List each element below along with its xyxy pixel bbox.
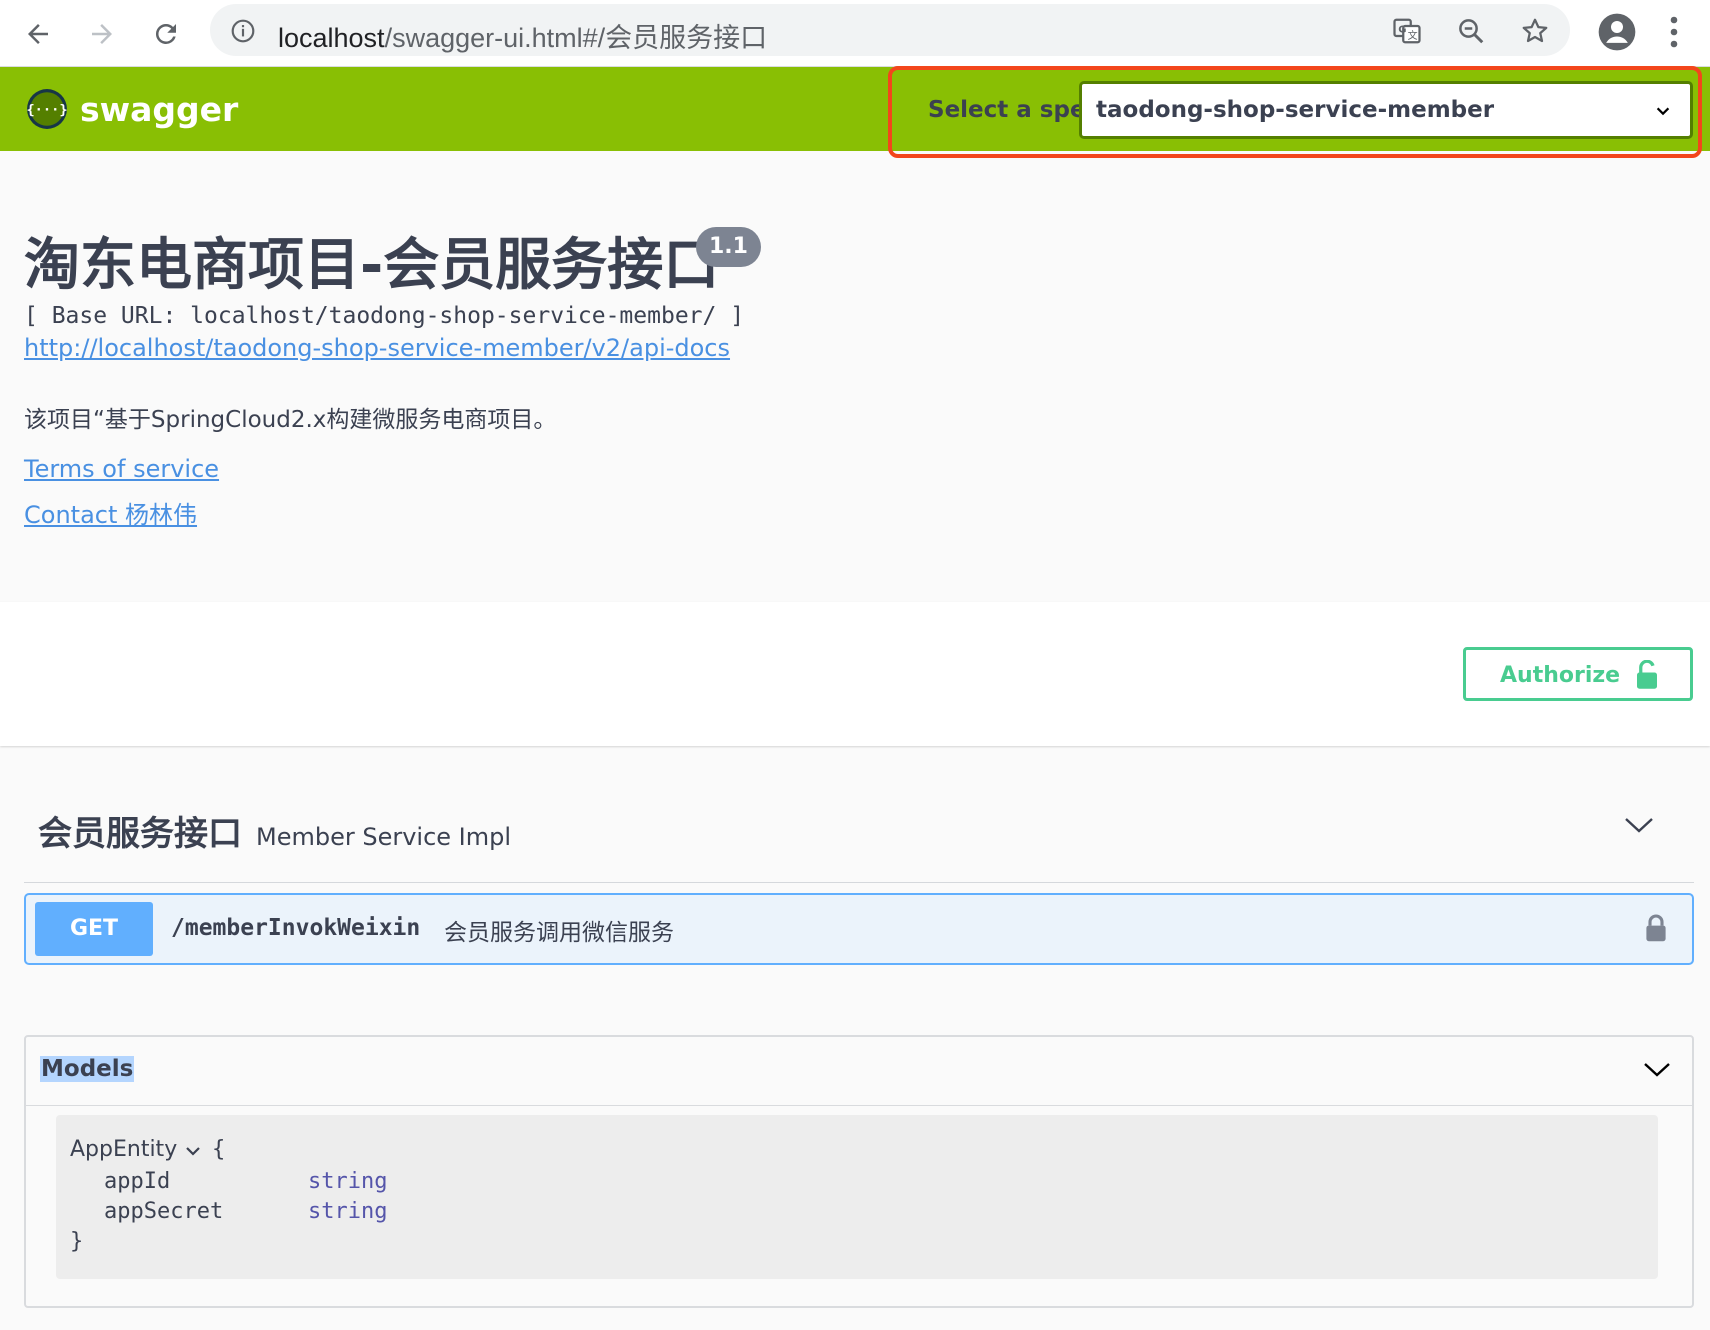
model-close-brace: }	[70, 1229, 84, 1254]
tag-header[interactable]: 会员服务接口 Member Service Impl	[38, 806, 511, 855]
authorize-label: Authorize	[1500, 663, 1621, 688]
translate-icon[interactable]: G 文	[1392, 16, 1422, 46]
swagger-logo-text: swagger	[80, 89, 239, 129]
scheme-container	[0, 602, 1710, 746]
info-icon[interactable]	[230, 18, 256, 44]
star-icon[interactable]	[1520, 16, 1550, 46]
method-badge: GET	[35, 902, 153, 956]
svg-text:G: G	[1398, 24, 1406, 35]
terms-of-service-link[interactable]: Terms of service	[24, 455, 219, 483]
authorize-button[interactable]: Authorize	[1463, 647, 1693, 701]
back-button[interactable]	[18, 14, 58, 54]
forward-button[interactable]	[82, 14, 122, 54]
profile-icon[interactable]	[1597, 12, 1637, 52]
menu-kebab-icon[interactable]	[1668, 14, 1680, 50]
url-text: localhost/swagger-ui.html#/会员服务接口	[278, 23, 768, 53]
arrow-right-icon	[92, 24, 112, 44]
swagger-logo-icon: {···}	[26, 89, 68, 129]
spec-select-value: taodong-shop-service-member	[1096, 97, 1495, 123]
model-property-name: appId	[104, 1169, 171, 1194]
chevron-down-icon[interactable]	[1642, 1057, 1672, 1081]
base-url: [ Base URL: localhost/taodong-shop-servi…	[24, 303, 745, 329]
models-title: Models	[40, 1056, 135, 1082]
model-property-name: appSecret	[104, 1199, 224, 1224]
model-name[interactable]: AppEntity	[70, 1137, 177, 1162]
reload-button[interactable]	[146, 14, 186, 54]
arrow-left-icon	[28, 24, 48, 44]
operation-summary: 会员服务调用微信服务	[444, 920, 674, 946]
models-header[interactable]: Models	[26, 1037, 1692, 1106]
model-property-type: string	[308, 1169, 388, 1194]
model-app-entity: AppEntity { appId string appSecret strin…	[56, 1115, 1658, 1279]
address-bar[interactable]: localhost/swagger-ui.html#/会员服务接口 G 文	[210, 4, 1570, 56]
chevron-down-icon[interactable]	[184, 1143, 202, 1159]
contact-link[interactable]: Contact 杨林伟	[24, 495, 197, 530]
swagger-logo[interactable]: {···} swagger	[26, 88, 238, 130]
reload-icon	[155, 23, 176, 44]
tag-description: Member Service Impl	[256, 823, 512, 851]
chevron-down-icon	[1656, 107, 1670, 116]
models-section: Models AppEntity { appId string appSecre…	[24, 1035, 1694, 1308]
model-open-brace: {	[212, 1137, 226, 1162]
operation-get-member-invok-weixin[interactable]: GET /memberInvokWeixin 会员服务调用微信服务	[24, 893, 1694, 965]
spec-label: Select a spec	[928, 97, 1100, 123]
svg-text:{···}: {···}	[26, 102, 67, 118]
api-description: 该项目“基于SpringCloud2.x构建微服务电商项目。	[24, 407, 557, 433]
tag-divider	[24, 882, 1694, 883]
model-property-type: string	[308, 1199, 388, 1224]
spec-select[interactable]: taodong-shop-service-member	[1079, 81, 1693, 139]
api-docs-link[interactable]: http://localhost/taodong-shop-service-me…	[24, 334, 730, 362]
svg-text:文: 文	[1408, 29, 1418, 42]
lock-icon[interactable]	[1644, 913, 1668, 943]
chevron-down-icon[interactable]	[1622, 812, 1656, 838]
version-badge: 1.1	[696, 227, 761, 267]
tag-name: 会员服务接口	[38, 814, 242, 854]
unlock-icon	[1637, 660, 1657, 689]
api-title: 淘东电商项目-会员服务接口	[24, 233, 720, 298]
operation-path: /memberInvokWeixin	[171, 915, 421, 941]
browser-toolbar: localhost/swagger-ui.html#/会员服务接口 G 文	[0, 0, 1710, 67]
zoom-out-icon[interactable]	[1456, 16, 1486, 46]
